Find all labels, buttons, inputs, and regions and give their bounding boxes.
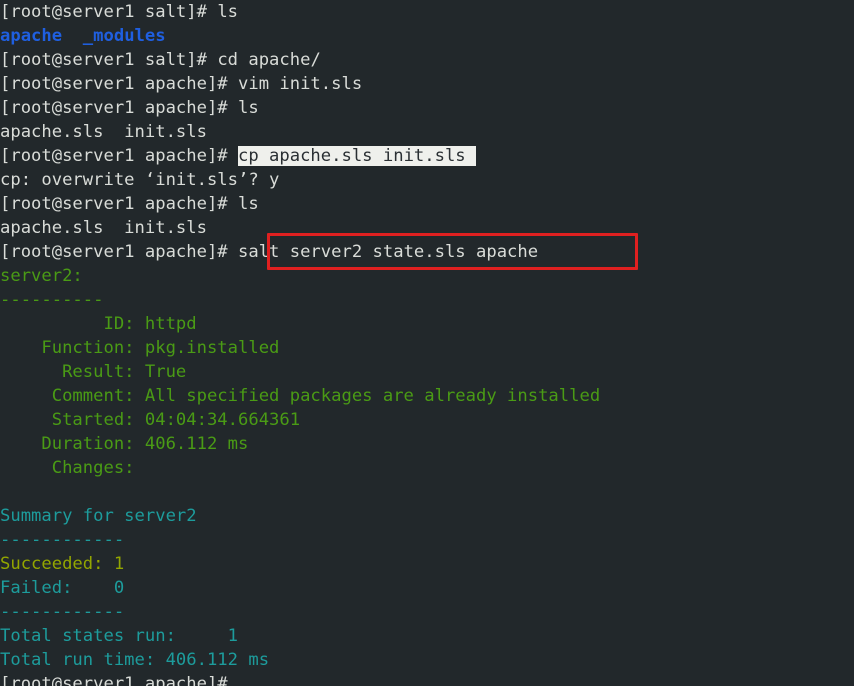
line-2-ls-output-dirs-seg-1 (62, 26, 83, 46)
line-4-prompt-vim-seg-1: vim init.sls (238, 74, 363, 94)
line-8-cp-overwrite: cp: overwrite ‘init.sls’? y (0, 168, 600, 192)
line-12-minion-name-seg-0: server2: (0, 266, 83, 286)
line-18-state-started: Started: 04:04:34.664361 (0, 408, 600, 432)
line-17-state-comment: Comment: All specified packages are alre… (0, 384, 600, 408)
line-4-prompt-vim-seg-0: [root@server1 apache]# (0, 74, 238, 94)
line-2-ls-output-dirs-seg-2: _modules (82, 26, 166, 46)
line-27-total-states-run: Total states run: 1 (0, 624, 600, 648)
line-7-prompt-cp-highlighted: [root@server1 apache]# cp apache.sls ini… (0, 144, 600, 168)
line-15-state-function: Function: pkg.installed (0, 336, 600, 360)
line-17-state-comment-seg-0: Comment: All specified packages are alre… (0, 386, 601, 406)
line-23-summary-separator-seg-0: ------------ (0, 530, 125, 550)
line-11-prompt-salt-state-sls-seg-1: salt server2 state.sls apache (238, 242, 539, 262)
line-5-prompt-ls: [root@server1 apache]# ls (0, 96, 600, 120)
line-22-summary-header: Summary for server2 (0, 504, 600, 528)
line-13-separator-seg-0: ---------- (0, 290, 104, 310)
line-29-final-prompt-seg-0: [root@server1 apache]# (0, 674, 238, 686)
line-28-total-run-time-seg-0: Total run time: 406.112 ms (0, 650, 270, 670)
line-16-state-result-seg-0: Result: True (0, 362, 187, 382)
line-19-state-duration: Duration: 406.112 ms (0, 432, 600, 456)
line-6-ls-output-files: apache.sls init.sls (0, 120, 600, 144)
line-1-prompt-ls: [root@server1 salt]# ls (0, 0, 600, 24)
line-2-ls-output-dirs: apache _modules (0, 24, 600, 48)
line-3-prompt-cd: [root@server1 salt]# cd apache/ (0, 48, 600, 72)
line-25-failed: Failed: 0 (0, 576, 600, 600)
line-26-summary-separator-seg-0: ------------ (0, 602, 125, 622)
line-8-cp-overwrite-seg-0: cp: overwrite ‘init.sls’? y (0, 170, 280, 190)
line-10-ls-output-files: apache.sls init.sls (0, 216, 600, 240)
line-7-prompt-cp-highlighted-seg-1: cp apache.sls init.sls (238, 146, 476, 166)
line-9-prompt-ls: [root@server1 apache]# ls (0, 192, 600, 216)
line-3-prompt-cd-seg-1: cd apache/ (217, 50, 321, 70)
line-15-state-function-seg-0: Function: pkg.installed (0, 338, 280, 358)
line-11-prompt-salt-state-sls-seg-0: [root@server1 apache]# (0, 242, 238, 262)
line-1-prompt-ls-seg-1: ls (217, 2, 239, 22)
line-28-total-run-time: Total run time: 406.112 ms (0, 648, 600, 672)
line-24-succeeded: Succeeded: 1 (0, 552, 600, 576)
line-5-prompt-ls-seg-1: ls (238, 98, 259, 118)
line-7-prompt-cp-highlighted-seg-0: [root@server1 apache]# (0, 146, 238, 166)
line-18-state-started-seg-0: Started: 04:04:34.664361 (0, 410, 301, 430)
terminal-screen[interactable]: [root@server1 salt]# ls apache _modules [r… (0, 0, 600, 686)
line-5-prompt-ls-seg-0: [root@server1 apache]# (0, 98, 238, 118)
line-1-prompt-ls-seg-0: [root@server1 salt]# (0, 2, 218, 22)
line-20-state-changes-seg-0: Changes: (0, 458, 166, 478)
line-19-state-duration-seg-0: Duration: 406.112 ms (0, 434, 249, 454)
line-16-state-result: Result: True (0, 360, 600, 384)
line-25-failed-seg-0: Failed: 0 (0, 578, 125, 598)
line-13-separator: ---------- (0, 288, 600, 312)
line-20-state-changes: Changes: (0, 456, 600, 480)
line-21-blank-seg-0 (0, 482, 10, 502)
line-9-prompt-ls-seg-1: ls (238, 194, 259, 214)
line-23-summary-separator: ------------ (0, 528, 600, 552)
line-27-total-states-run-seg-0: Total states run: 1 (0, 626, 238, 646)
line-22-summary-header-seg-0: Summary for server2 (0, 506, 197, 526)
line-10-ls-output-files-seg-0: apache.sls init.sls (0, 218, 207, 238)
line-26-summary-separator: ------------ (0, 600, 600, 624)
line-29-final-prompt: [root@server1 apache]# (0, 672, 600, 686)
line-6-ls-output-files-seg-0: apache.sls init.sls (0, 122, 207, 142)
line-21-blank (0, 480, 600, 504)
terminal-window[interactable]: [root@server1 salt]# ls apache _modules [r… (0, 0, 854, 686)
line-9-prompt-ls-seg-0: [root@server1 apache]# (0, 194, 238, 214)
line-11-prompt-salt-state-sls: [root@server1 apache]# salt server2 stat… (0, 240, 600, 264)
line-3-prompt-cd-seg-0: [root@server1 salt]# (0, 50, 218, 70)
line-4-prompt-vim: [root@server1 apache]# vim init.sls (0, 72, 600, 96)
line-12-minion-name: server2: (0, 264, 600, 288)
line-14-state-id-seg-0: ID: httpd (0, 314, 197, 334)
line-14-state-id: ID: httpd (0, 312, 600, 336)
line-2-ls-output-dirs-seg-0: apache (0, 26, 63, 46)
line-24-succeeded-seg-0: Succeeded: 1 (0, 554, 125, 574)
